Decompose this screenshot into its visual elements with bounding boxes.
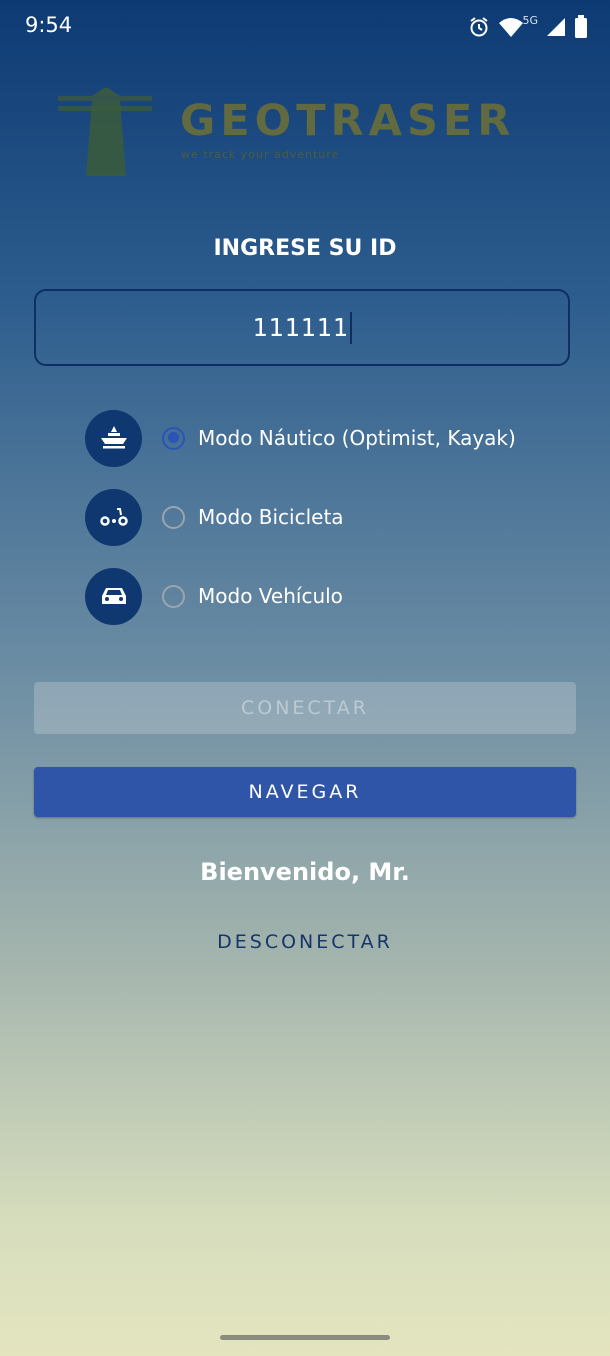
status-bar: 9:54 5G <box>0 0 610 54</box>
signal-icon <box>547 18 565 36</box>
id-input[interactable]: 111111 <box>34 289 570 366</box>
mode-option-nautical[interactable]: Modo Náutico (Optimist, Kayak) <box>85 409 516 467</box>
alarm-icon <box>470 17 489 37</box>
navigate-button[interactable]: NAVEGAR <box>34 767 576 817</box>
lighthouse-icon <box>58 88 152 176</box>
network-type-label: 5G <box>522 13 538 27</box>
id-input-value: 111111 <box>252 313 349 342</box>
radio-vehicle[interactable] <box>162 584 185 608</box>
text-caret <box>349 311 352 344</box>
mode-label-bicycle: Modo Bicicleta <box>198 505 344 529</box>
mode-label-vehicle: Modo Vehículo <box>198 584 343 608</box>
battery-icon <box>575 15 587 38</box>
radio-nautical[interactable] <box>162 426 185 450</box>
mode-option-bicycle[interactable]: Modo Bicicleta <box>85 488 344 546</box>
wifi-icon <box>499 18 524 37</box>
welcome-text: Bienvenido, Mr. <box>200 858 410 886</box>
geotraser-logo: GEOTRASER we track your adventure <box>56 88 556 180</box>
bicycle-icon <box>85 488 142 546</box>
boat-icon <box>85 409 142 467</box>
logo-wordmark: GEOTRASER <box>180 96 516 146</box>
mode-label-nautical: Modo Náutico (Optimist, Kayak) <box>198 426 516 450</box>
car-icon <box>85 567 142 625</box>
status-icons: 5G <box>468 14 588 40</box>
status-time: 9:54 <box>25 13 73 37</box>
logo-tagline: we track your adventure <box>181 148 340 161</box>
radio-bicycle[interactable] <box>162 505 185 529</box>
disconnect-button[interactable]: DESCONECTAR <box>0 931 610 953</box>
mode-option-vehicle[interactable]: Modo Vehículo <box>85 567 343 625</box>
connect-button[interactable]: CONECTAR <box>34 682 576 734</box>
home-indicator[interactable] <box>220 1335 390 1340</box>
id-heading: INGRESE SU ID <box>213 236 397 261</box>
